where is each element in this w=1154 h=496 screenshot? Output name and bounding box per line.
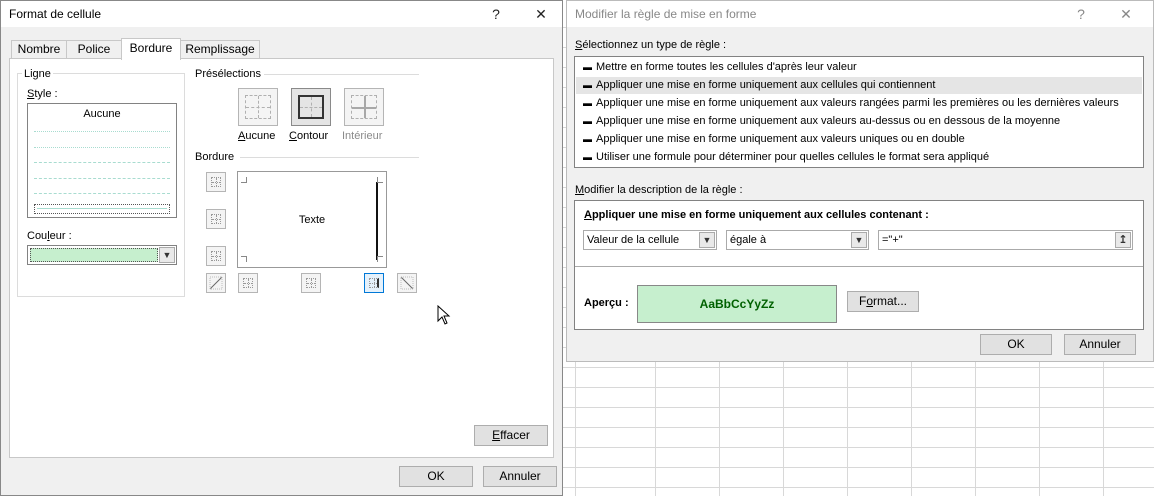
preset-inside-button[interactable] [344,88,384,126]
rule-type-item[interactable]: ▬ Utiliser une formule pour déterminer po… [576,149,1142,166]
rule-description-panel: Appliquer une mise en forme uniquement a… [574,200,1144,330]
tab-police[interactable]: Police [66,40,122,59]
border-diagonal-up-button[interactable] [206,273,226,293]
rule-type-item[interactable]: ▬ Appliquer une mise en forme uniquement … [576,131,1142,148]
rule-type-label: Sélectionnez un type de règle : [575,39,727,51]
line-style-thin[interactable] [34,204,170,214]
ok-button[interactable]: OK [980,334,1052,355]
preset-none-icon [245,95,271,119]
description-heading: Appliquer une mise en forme uniquement a… [584,209,929,221]
border-top-button[interactable] [206,172,226,192]
border-middle-horizontal-button[interactable] [206,209,226,229]
color-label: Couleur : [27,230,72,242]
border-right-button[interactable] [364,273,384,293]
line-style-dotted[interactable] [34,147,170,148]
help-icon[interactable]: ? [482,3,510,25]
color-swatch [30,248,158,262]
clear-button[interactable]: Effacer [474,425,548,446]
border-diagonal-down-button[interactable] [397,273,417,293]
line-style-dash-dot-dot[interactable] [34,162,170,163]
description-label: Modifier la description de la règle : [575,184,743,196]
line-style-dash-dot[interactable] [34,178,170,179]
format-button[interactable]: Format... [847,291,919,312]
line-style-dashed[interactable] [34,193,170,194]
border-left-button[interactable] [238,273,258,293]
border-divider [240,157,419,158]
line-color-picker[interactable]: ▼ [27,245,177,265]
close-icon[interactable]: ✕ [527,3,555,25]
preset-inside-icon [351,95,377,119]
operator-select[interactable]: égale à ▼ [726,230,869,250]
rule-type-item-selected[interactable]: ▬ Appliquer une mise en forme uniquement … [576,77,1142,94]
style-label: Style : [27,88,58,100]
edit-rule-dialog: Modifier la règle de mise en forme ? ✕ S… [566,0,1154,362]
preset-inside-label: Intérieur [342,130,383,142]
chevron-down-icon[interactable]: ▼ [159,247,175,263]
preset-outline-label: Contour [289,130,329,142]
rule-type-item[interactable]: ▬ Appliquer une mise en forme uniquement … [576,113,1142,130]
value-input[interactable]: ="+" ↥ [878,230,1133,250]
chevron-down-icon[interactable]: ▼ [851,232,867,248]
format-cells-title: Format de cellule [9,7,102,21]
border-tab-panel: Ligne Style : Aucune Couleur : ▼ Préséle… [9,58,554,458]
rule-type-list: ▬ Mettre en forme toutes les cellules d'a… [574,56,1144,168]
ok-button[interactable]: OK [399,466,473,487]
format-preview: AaBbCcYyZz [637,285,837,323]
cancel-button[interactable]: Annuler [483,466,557,487]
format-cells-dialog: Format de cellule ? ✕ Nombre Police Bord… [0,0,563,496]
preset-outline-button[interactable] [291,88,331,126]
edit-rule-title: Modifier la règle de mise en forme [575,7,757,21]
border-title: Bordure [195,151,235,163]
mouse-pointer-icon [437,305,451,325]
description-divider [575,266,1143,267]
collapse-dialog-icon[interactable]: ↥ [1115,232,1131,248]
condition-field-select[interactable]: Valeur de la cellule ▼ [583,230,717,250]
border-preview-text: Texte [298,214,326,226]
help-icon[interactable]: ? [1067,3,1095,25]
border-bottom-button[interactable] [206,246,226,266]
tab-remplissage[interactable]: Remplissage [180,40,260,59]
tab-bordure[interactable]: Bordure [121,38,181,60]
border-preview[interactable]: Texte [237,171,387,268]
tab-nombre[interactable]: Nombre [11,40,67,59]
preview-label: Aperçu : [584,297,629,309]
presets-divider [264,74,419,75]
border-middle-vertical-button[interactable] [301,273,321,293]
edit-rule-titlebar: Modifier la règle de mise en forme ? ✕ [567,1,1153,27]
close-icon[interactable]: ✕ [1112,3,1140,25]
format-cells-titlebar: Format de cellule ? ✕ [1,1,562,27]
rule-type-item[interactable]: ▬ Appliquer une mise en forme uniquement … [576,95,1142,112]
presets-title: Présélections [195,68,262,80]
preset-none-label: Aucune [238,130,276,142]
line-style-hair[interactable] [34,131,170,132]
line-group-title: Ligne [22,68,53,80]
line-style-none[interactable]: Aucune [28,108,176,120]
preset-outline-icon [298,95,324,119]
cancel-button[interactable]: Annuler [1064,334,1136,355]
rule-type-item[interactable]: ▬ Mettre en forme toutes les cellules d'a… [576,59,1142,76]
preset-none-button[interactable] [238,88,278,126]
chevron-down-icon[interactable]: ▼ [699,232,715,248]
line-style-list[interactable]: Aucune [27,103,177,218]
